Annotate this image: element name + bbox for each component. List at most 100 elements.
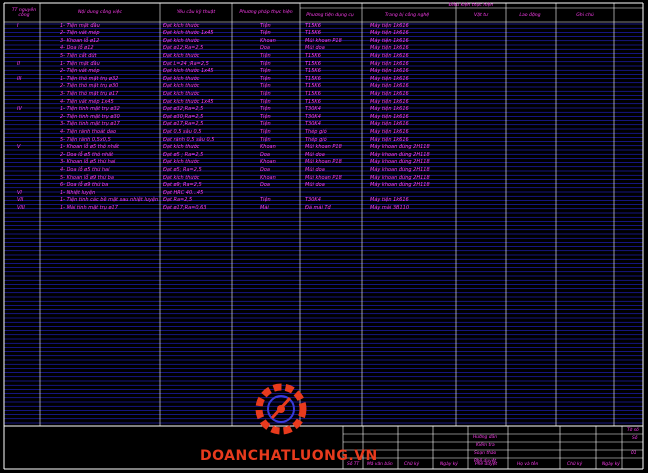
row-method: Mài — [260, 204, 269, 211]
row-machine: Máy tiện 1k616 — [370, 128, 409, 135]
row-content: 5- Tiện rãnh 0,5x0,5 — [60, 136, 111, 143]
header-machine: Trang bị công nghệ — [384, 13, 430, 18]
row-content: 4- Doa lỗ ø12 — [60, 45, 94, 52]
tb-number: Số — [632, 436, 638, 441]
header-note: Ghi chú — [576, 13, 594, 18]
row-method: Tiện — [260, 60, 271, 67]
row-requirement: Đạt ø5 ; Ra=2,5 — [163, 151, 204, 158]
row-content: 2- Tiện tinh mặt trụ ø30 — [60, 113, 120, 120]
row-method: Tiện — [260, 106, 271, 113]
row-equipment: Đá mài Tđ — [305, 204, 331, 211]
row-machine: Máy tiện 1k616 — [370, 113, 409, 120]
row-content: 1- Tiện mặt đầu — [60, 60, 100, 67]
tb-sheet-value: 01 — [631, 451, 637, 456]
row-equipment: T15K6 — [305, 52, 321, 59]
row-requirement: Đạt kích thước — [163, 37, 200, 44]
row-machine: Máy khoan đứng 2H118 — [370, 159, 430, 166]
row-method: Tiện — [260, 83, 271, 90]
row-method: Tiện — [260, 68, 271, 75]
header-requirements: Yêu cầu kỹ thuật — [176, 10, 216, 15]
tb-f8: Ngày ký — [602, 462, 620, 467]
row-content: 6- Doa lỗ ø9 thứ ba — [60, 182, 109, 189]
row-machine: Máy tiện 1k616 — [370, 30, 409, 37]
row-equipment: T15K6 — [305, 98, 321, 105]
header-labor: Lao động — [519, 13, 541, 18]
row-equipment: Mũi doa — [305, 166, 325, 173]
row-content: 1- Tiện thô mặt trụ ø32 — [60, 75, 119, 82]
row-requirement: Đạt ø17;Ra=0,63 — [163, 204, 207, 211]
row-content: 2- Tiện vát mép — [60, 30, 100, 37]
row-method: Tiện — [260, 136, 271, 143]
row-content: 2- Tiện thô mặt trụ ø30 — [60, 83, 119, 90]
row-content: 4- Doa lỗ ø5 thứ hai — [60, 166, 110, 173]
row-method: Khoan — [260, 174, 276, 181]
row-equipment: T15K6 — [305, 90, 321, 97]
row-number: VIII — [17, 204, 25, 211]
row-method: Tiện — [260, 90, 271, 97]
row-method: Tiện — [260, 98, 271, 105]
row-equipment: T30K4 — [305, 197, 321, 204]
row-method: Doa — [260, 45, 270, 52]
row-machine: Máy khoan đứng 2H118 — [370, 174, 430, 181]
row-equipment: Mũi khoan P18 — [305, 174, 342, 181]
row-content: 1- Tiện mặt đầu — [60, 22, 100, 29]
row-content: 2- Doa lỗ ø5 thô nhất — [60, 151, 114, 158]
row-content: 3- Tiện tinh mặt trụ ø17 — [60, 121, 120, 128]
row-requirement: Đạt kích thước 1x45 — [163, 98, 214, 105]
row-machine: Máy tiện 1k616 — [370, 136, 409, 143]
row-content: 1- Nhiệt luyện — [60, 189, 96, 196]
row-number: VII — [17, 197, 24, 204]
tb-check: Kiểm tra — [476, 443, 495, 448]
row-method: Tiện — [260, 75, 271, 82]
header-content: Nội dung công việc — [77, 10, 123, 15]
row-method: Tiện — [260, 121, 271, 128]
row-machine: Máy tiện 1k616 — [370, 197, 409, 204]
row-method: Tiện — [260, 52, 271, 59]
row-machine: Máy khoan đứng 2H118 — [370, 182, 430, 189]
watermark-text: DOANCHATLUONG.VN — [200, 448, 378, 464]
row-equipment: Mũi doa — [305, 151, 325, 158]
row-method: Doa — [260, 182, 270, 189]
header-tt: TT nguyên công — [11, 8, 37, 18]
tb-guide: Hướng dẫn — [473, 435, 497, 440]
row-requirement: Đạt kích thước — [163, 144, 200, 151]
row-requirement: Đạt kích thước — [163, 83, 200, 90]
row-content: 4- Tiện vát mép 1x45 — [60, 98, 114, 105]
row-requirement: Đạt ø5; Ra=2,5 — [163, 166, 202, 173]
row-equipment: Mũi khoan P18 — [305, 37, 342, 44]
row-equipment: Thép gió — [305, 136, 327, 143]
row-method: Tiện — [260, 113, 271, 120]
row-content: 1- Tiện tinh mặt trụ ø32 — [60, 106, 120, 113]
row-number: IV — [17, 106, 22, 113]
row-number: II — [17, 60, 20, 67]
row-machine: Máy khoan đứng 2H118 — [370, 144, 430, 151]
row-machine: Máy mài 3B110 — [370, 204, 409, 211]
row-machine: Máy tiện 1k616 — [370, 83, 409, 90]
row-machine: Máy tiện 1k616 — [370, 60, 409, 67]
row-equipment: T15K6 — [305, 75, 321, 82]
row-machine: Máy tiện 1k616 — [370, 90, 409, 97]
tb-f3: Chữ ký — [404, 462, 420, 467]
row-machine: Máy tiện 1k616 — [370, 68, 409, 75]
row-requirement: Đạt kích thước — [163, 52, 200, 59]
row-requirement: Đạt kích thước — [163, 22, 200, 29]
row-machine: Máy tiện 1k616 — [370, 37, 409, 44]
row-requirement: Đạt ø30;Ra=2,5 — [163, 113, 204, 120]
row-machine: Máy tiện 1k616 — [370, 121, 409, 128]
row-equipment: T30K4 — [305, 106, 321, 113]
row-number: I — [17, 22, 19, 29]
row-requirement: Đạt ø12;Ra=2,5 — [163, 45, 204, 52]
row-equipment: Mũi doa — [305, 45, 325, 52]
row-content: 1- Khoan lỗ ø5 thô nhất — [60, 144, 119, 151]
row-equipment: Thép gió — [305, 128, 327, 135]
row-equipment: T30K4 — [305, 113, 321, 120]
row-machine: Máy khoan đứng 2H118 — [370, 151, 430, 158]
row-content: 1- Mài tinh mặt trụ ø17 — [60, 204, 118, 211]
header-method: Phương pháp thực hiện — [239, 10, 293, 15]
row-equipment: T15K6 — [305, 22, 321, 29]
row-equipment: Mũi khoan P18 — [305, 159, 342, 166]
row-content: 3- Khoan lỗ ø5 thứ hai — [60, 159, 116, 166]
row-equipment: T15K6 — [305, 68, 321, 75]
row-requirement: Đạt ø17;Ra=2,5 — [163, 121, 204, 128]
header-conditions: Điều kiện thực hiện — [448, 3, 494, 8]
